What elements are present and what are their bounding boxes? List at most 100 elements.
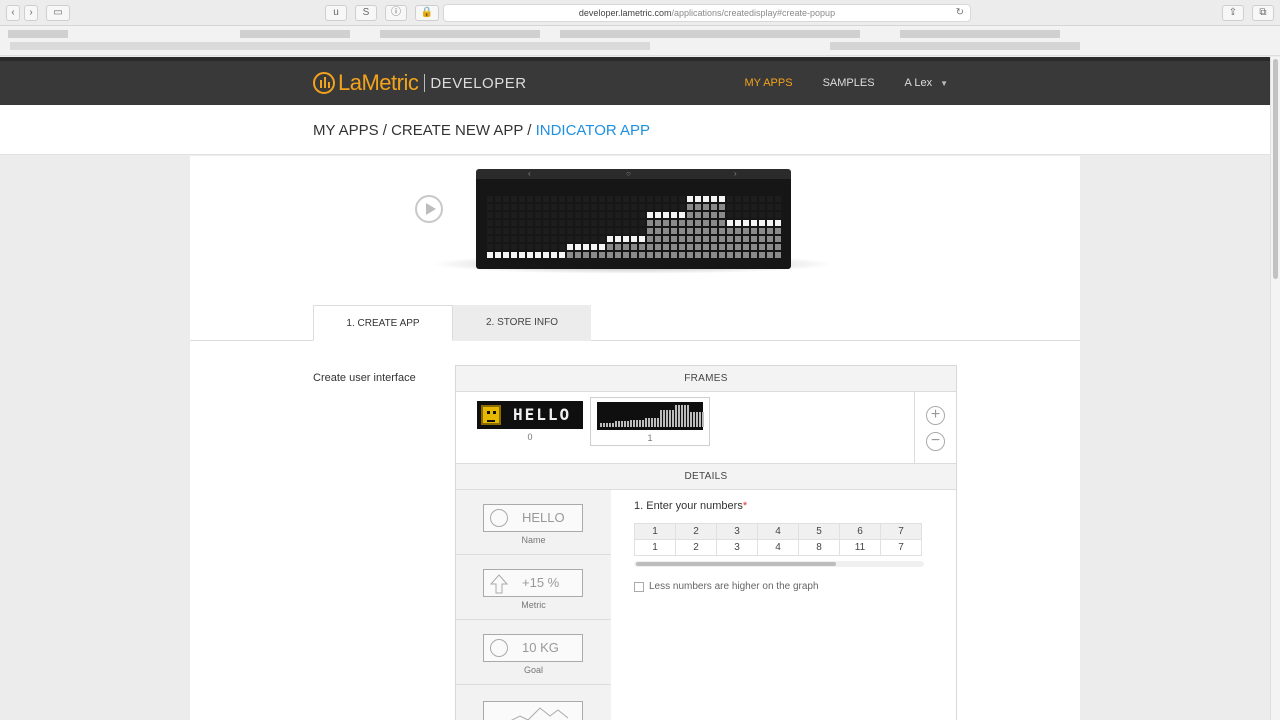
mini-bar bbox=[699, 412, 701, 427]
extension-u-button[interactable]: u bbox=[325, 5, 347, 21]
led-pixel bbox=[647, 228, 653, 234]
led-pixel bbox=[623, 228, 629, 234]
led-pixel bbox=[687, 252, 693, 258]
page-scrollbar[interactable] bbox=[1270, 57, 1280, 720]
led-pixel bbox=[631, 252, 637, 258]
mini-bar bbox=[672, 410, 674, 427]
led-pixel bbox=[535, 220, 541, 226]
tab-store-info[interactable]: 2. STORE INFO bbox=[453, 305, 591, 341]
lametric-logo[interactable]: LaMetric DEVELOPER bbox=[313, 70, 527, 96]
led-pixel bbox=[687, 220, 693, 226]
led-pixel bbox=[719, 228, 725, 234]
numbers-column-header: 7 bbox=[880, 523, 922, 540]
sidebar-toggle-button[interactable]: ▭ bbox=[46, 5, 70, 21]
led-pixel bbox=[503, 252, 509, 258]
led-pixel bbox=[719, 196, 725, 202]
frame-1[interactable]: 1 bbox=[590, 397, 710, 446]
checkbox-box[interactable] bbox=[634, 581, 644, 592]
led-pixel bbox=[679, 244, 685, 250]
led-pixel bbox=[703, 212, 709, 218]
widget-metric-box: +15 % bbox=[483, 569, 583, 597]
breadcrumb-my-apps[interactable]: MY APPS / bbox=[313, 122, 391, 139]
widget-graph[interactable] bbox=[456, 685, 611, 720]
led-pixel bbox=[647, 212, 653, 218]
led-pixel bbox=[775, 212, 781, 218]
mini-bar bbox=[615, 421, 617, 427]
led-pixel bbox=[727, 196, 733, 202]
led-matrix bbox=[487, 196, 781, 258]
back-button[interactable]: ‹ bbox=[6, 5, 20, 21]
led-pixel bbox=[647, 252, 653, 258]
extension-s-button[interactable]: S bbox=[355, 5, 377, 21]
extension-lock-button[interactable]: 🔒 bbox=[415, 5, 439, 21]
play-icon[interactable] bbox=[415, 195, 443, 223]
led-pixel bbox=[695, 236, 701, 242]
numbers-value-cell[interactable]: 8 bbox=[798, 539, 840, 556]
smiley-outline-icon bbox=[490, 639, 508, 657]
widget-name[interactable]: HELLO Name bbox=[456, 490, 611, 555]
led-pixel bbox=[727, 212, 733, 218]
smiley-outline-icon bbox=[490, 509, 508, 527]
browser-toolbar: ‹ › ▭ u S ⓘ 🔒 developer.lametric.com/app… bbox=[0, 0, 1280, 26]
numbers-value-cell[interactable]: 1 bbox=[634, 539, 676, 556]
address-bar[interactable]: developer.lametric.com/applications/crea… bbox=[443, 4, 971, 22]
led-pixel bbox=[551, 236, 557, 242]
led-pixel bbox=[543, 244, 549, 250]
led-pixel bbox=[679, 252, 685, 258]
led-pixel bbox=[631, 204, 637, 210]
led-pixel bbox=[735, 236, 741, 242]
forward-button[interactable]: › bbox=[24, 5, 38, 21]
extension-info-button[interactable]: ⓘ bbox=[385, 5, 407, 21]
led-pixel bbox=[599, 228, 605, 234]
led-pixel bbox=[711, 196, 717, 202]
led-pixel bbox=[663, 204, 669, 210]
led-pixel bbox=[559, 196, 565, 202]
led-pixel bbox=[503, 244, 509, 250]
led-pixel bbox=[767, 244, 773, 250]
led-pixel bbox=[487, 244, 493, 250]
remove-frame-button[interactable]: − bbox=[926, 432, 945, 451]
led-pixel bbox=[695, 220, 701, 226]
numbers-value-cell[interactable]: 11 bbox=[839, 539, 881, 556]
led-pixel bbox=[567, 244, 573, 250]
breadcrumb-create-new-app[interactable]: CREATE NEW APP / bbox=[391, 122, 535, 139]
widget-goal[interactable]: 10 KG Goal bbox=[456, 620, 611, 685]
led-pixel bbox=[623, 252, 629, 258]
led-pixel bbox=[487, 252, 493, 258]
nav-my-apps[interactable]: MY APPS bbox=[744, 77, 792, 89]
numbers-header-row: 1234567 bbox=[634, 523, 922, 540]
nav-samples[interactable]: SAMPLES bbox=[823, 77, 875, 89]
frame-0[interactable]: HELLO 0 bbox=[477, 401, 583, 442]
arrow-up-icon bbox=[489, 574, 509, 594]
tab-create-app[interactable]: 1. CREATE APP bbox=[313, 305, 453, 341]
numbers-column-header: 6 bbox=[839, 523, 881, 540]
mini-bar bbox=[639, 420, 641, 427]
tabs-overview-button[interactable]: ⧉ bbox=[1252, 5, 1274, 21]
reverse-checkbox[interactable]: Less numbers are higher on the graph bbox=[634, 581, 924, 592]
numbers-value-cell[interactable]: 4 bbox=[757, 539, 799, 556]
share-button[interactable]: ⇪ bbox=[1222, 5, 1244, 21]
numbers-value-cell[interactable]: 2 bbox=[675, 539, 717, 556]
led-pixel bbox=[759, 220, 765, 226]
user-menu[interactable]: A Lex ▼ bbox=[905, 77, 948, 89]
led-pixel bbox=[567, 196, 573, 202]
reload-icon[interactable]: ↻ bbox=[956, 5, 964, 21]
led-pixel bbox=[511, 196, 517, 202]
led-pixel bbox=[655, 204, 661, 210]
mini-bar bbox=[606, 423, 608, 427]
led-pixel bbox=[703, 220, 709, 226]
numbers-value-cell[interactable]: 3 bbox=[716, 539, 758, 556]
numbers-scrollbar[interactable] bbox=[634, 561, 924, 567]
led-pixel bbox=[703, 244, 709, 250]
numbers-value-cell[interactable]: 7 bbox=[880, 539, 922, 556]
device-center-icon: ○ bbox=[626, 169, 631, 178]
mini-bar bbox=[678, 405, 680, 427]
add-frame-button[interactable]: + bbox=[926, 406, 945, 425]
details-header: DETAILS bbox=[456, 464, 956, 490]
led-pixel bbox=[735, 228, 741, 234]
breadcrumb: MY APPS / CREATE NEW APP / INDICATOR APP bbox=[313, 122, 650, 139]
led-pixel bbox=[663, 252, 669, 258]
widget-metric[interactable]: +15 % Metric bbox=[456, 555, 611, 620]
numbers-column-header: 1 bbox=[634, 523, 676, 540]
led-pixel bbox=[711, 228, 717, 234]
